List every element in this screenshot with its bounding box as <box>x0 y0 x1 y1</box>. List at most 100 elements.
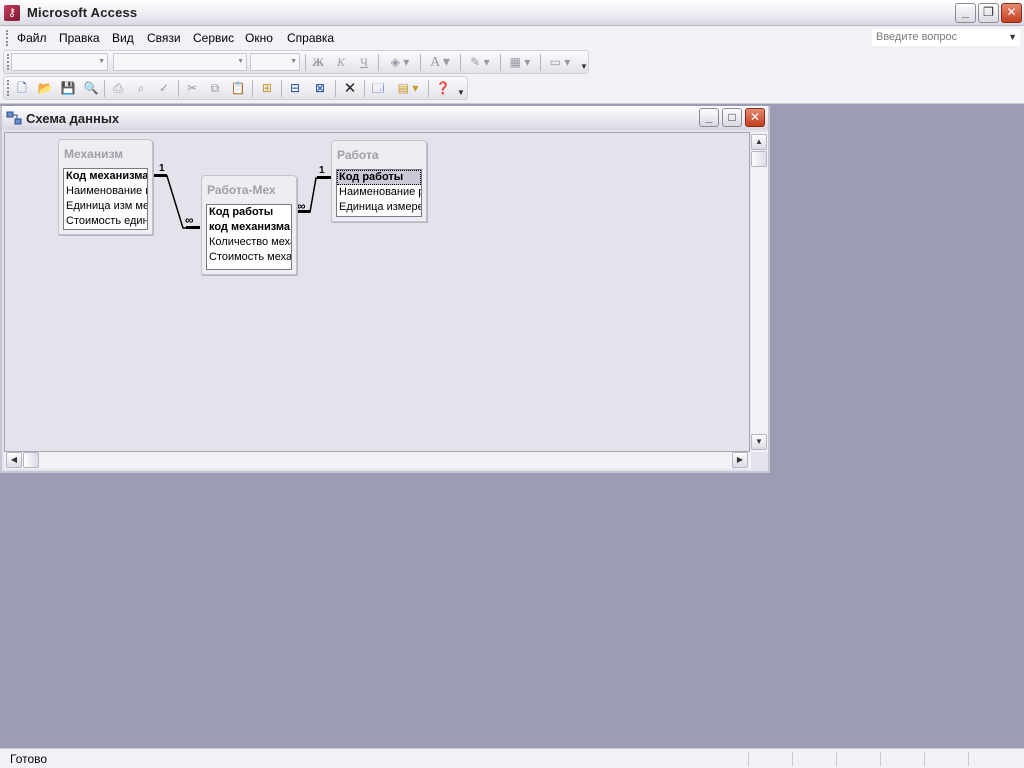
table-title[interactable]: Работа-Мех <box>202 176 296 202</box>
chevron-down-icon: ▼ <box>98 58 105 65</box>
special-effect-button[interactable]: ▦ ▾ <box>504 53 536 72</box>
field-item[interactable]: код механизма <box>207 220 291 235</box>
toolbar-separator <box>540 54 541 71</box>
field-list[interactable]: Код механизма Наименование м Единица изм… <box>63 168 148 230</box>
toolbar-separator <box>305 54 306 71</box>
table-work-mechanism[interactable]: Работа-Мех Код работы код механизма Коли… <box>201 175 297 275</box>
font-size-combo[interactable]: ▼ <box>250 53 300 71</box>
help-icon[interactable]: ❓ <box>433 79 453 98</box>
vertical-scrollbar[interactable]: ▲ ▼ <box>751 132 768 452</box>
open-folder-icon[interactable]: 📂 <box>35 79 55 98</box>
cut-icon[interactable]: ✂ <box>182 79 202 98</box>
vertical-scroll-thumb[interactable] <box>751 151 767 167</box>
horizontal-scrollbar[interactable]: ◀ ▶ <box>4 452 751 469</box>
menubar: Файл Правка Вид Связи Сервис Окно Справк… <box>0 26 1024 50</box>
app-titlebar[interactable]: ⚷ Microsoft Access _ ❐ ✕ <box>0 0 1024 26</box>
menu-help[interactable]: Справка <box>287 31 334 45</box>
print-icon[interactable]: ⎙ <box>108 79 128 98</box>
database-window-icon[interactable]: 🗔 <box>368 79 388 98</box>
toolbar-options-icon[interactable]: ▼ <box>457 88 465 98</box>
restore-button[interactable]: ❐ <box>978 3 999 23</box>
scroll-right-icon[interactable]: ▶ <box>732 452 748 468</box>
relationship-many-label: ∞ <box>185 213 194 227</box>
object-combo[interactable]: ▼ <box>11 53 108 71</box>
underline-button[interactable]: Ч <box>354 53 374 72</box>
print-preview-icon[interactable]: ⌕ <box>131 79 151 98</box>
relationships-window: Схема данных _ □ ✕ 1 ∞ 1 ∞ Механизм Код … <box>0 106 770 473</box>
font-name-combo[interactable]: ▼ <box>113 53 247 71</box>
access-key-icon[interactable]: ⚷ <box>4 5 20 21</box>
toolbar-options-icon[interactable]: ▼ <box>580 62 588 72</box>
field-item[interactable]: Наименование м <box>64 184 147 199</box>
chevron-down-icon[interactable]: ▼ <box>1008 29 1017 46</box>
formatting-toolbar: ▼ ▼ ▼ Ж К Ч ◈ ▾ A ▾ ✎ ▾ ▦ ▾ ▭ ▾ ▼ <box>3 50 589 74</box>
field-item[interactable]: Единица изм мех <box>64 199 147 214</box>
search-icon[interactable]: 🔍 <box>81 79 101 98</box>
show-table-icon[interactable]: ⊞ <box>257 79 277 98</box>
table-title[interactable]: Работа <box>332 141 426 167</box>
toolbar-separator <box>364 80 365 97</box>
help-question-placeholder: Введите вопрос <box>876 31 958 43</box>
menu-relationships[interactable]: Связи <box>147 31 181 45</box>
field-item[interactable]: Наименование р <box>337 185 421 200</box>
line-width-button[interactable]: ▭ ▾ <box>544 53 576 72</box>
fill-color-button[interactable]: ◈ ▾ <box>384 53 416 72</box>
menubar-grip[interactable] <box>6 30 9 46</box>
status-panel <box>968 752 969 766</box>
italic-button[interactable]: К <box>331 53 351 72</box>
toolbar-separator <box>420 54 421 71</box>
toolbar-grip[interactable] <box>7 54 10 70</box>
field-item[interactable]: Стоимость един <box>64 214 147 229</box>
child-maximize-button[interactable]: □ <box>722 108 742 127</box>
paste-icon[interactable]: 📋 <box>228 79 248 98</box>
child-close-button[interactable]: ✕ <box>745 108 765 127</box>
scroll-left-icon[interactable]: ◀ <box>6 452 22 468</box>
scroll-down-icon[interactable]: ▼ <box>751 434 767 450</box>
menu-file[interactable]: Файл <box>17 31 47 45</box>
menu-edit[interactable]: Правка <box>59 31 100 45</box>
copy-icon[interactable]: ⧉ <box>205 79 225 98</box>
field-item[interactable]: Количество меха <box>207 235 291 250</box>
field-item[interactable]: Код работы <box>207 205 291 220</box>
field-item[interactable]: Единица измерен <box>337 200 421 215</box>
horizontal-scroll-thumb[interactable] <box>23 452 39 468</box>
minimize-button[interactable]: _ <box>955 3 976 23</box>
menu-view[interactable]: Вид <box>112 31 134 45</box>
table-mechanism[interactable]: Механизм Код механизма Наименование м Ед… <box>58 139 153 235</box>
scroll-up-icon[interactable]: ▲ <box>751 134 767 150</box>
save-icon[interactable]: 💾 <box>58 79 78 98</box>
help-question-input[interactable]: Введите вопрос ▼ <box>871 28 1021 47</box>
font-color-button[interactable]: A ▾ <box>424 53 456 72</box>
show-direct-icon[interactable]: ⊟ <box>285 79 305 98</box>
line-color-button[interactable]: ✎ ▾ <box>464 53 496 72</box>
statusbar: Готово <box>0 748 1024 768</box>
field-list[interactable]: Код работы код механизма Количество меха… <box>206 204 292 270</box>
toolbar-separator <box>252 80 253 97</box>
delete-icon[interactable]: ✕ <box>340 79 360 98</box>
status-panel <box>880 752 881 766</box>
toolbar-separator <box>281 80 282 97</box>
relationship-toolbar: 🗋 📂 💾 🔍 ⎙ ⌕ ✓ ✂ ⧉ 📋 ⊞ ⊟ ⊠ ✕ 🗔 ▤ ▾ ❓ ▼ <box>3 76 468 100</box>
status-panel <box>748 752 749 766</box>
table-title[interactable]: Механизм <box>59 140 152 166</box>
field-item[interactable]: Стоимость механ <box>207 250 291 265</box>
field-list[interactable]: Код работы Наименование р Единица измере… <box>336 169 422 217</box>
command-bars: Файл Правка Вид Связи Сервис Окно Справк… <box>0 26 1024 104</box>
new-document-icon[interactable]: 🗋 <box>12 79 32 98</box>
child-minimize-button[interactable]: _ <box>699 108 719 127</box>
field-item[interactable]: Код механизма <box>64 169 147 184</box>
relationships-titlebar[interactable]: Схема данных _ □ ✕ <box>2 106 768 130</box>
toolbar-grip[interactable] <box>7 80 10 96</box>
close-button[interactable]: ✕ <box>1001 3 1022 23</box>
relationship-many-label: ∞ <box>297 199 306 213</box>
status-panel <box>836 752 837 766</box>
new-object-button[interactable]: ▤ ▾ <box>392 79 424 98</box>
field-item[interactable]: Код работы <box>337 170 421 185</box>
bold-button[interactable]: Ж <box>308 53 328 72</box>
table-work[interactable]: Работа Код работы Наименование р Единица… <box>331 140 427 222</box>
relationships-canvas[interactable]: 1 ∞ 1 ∞ Механизм Код механизма Наименова… <box>4 132 750 452</box>
show-all-icon[interactable]: ⊠ <box>310 79 330 98</box>
spelling-icon[interactable]: ✓ <box>154 79 174 98</box>
menu-tools[interactable]: Сервис <box>193 31 234 45</box>
menu-window[interactable]: Окно <box>245 31 273 45</box>
